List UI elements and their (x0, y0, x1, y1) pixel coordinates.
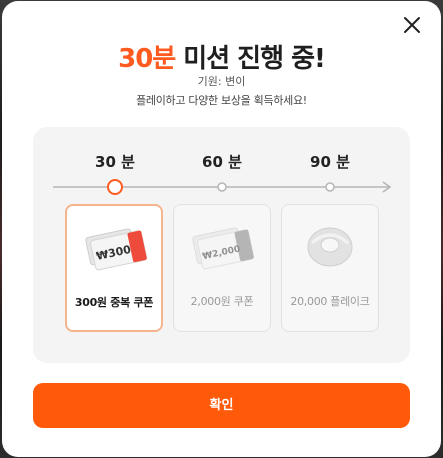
title-duration: 30분 (118, 44, 176, 74)
reward-label: 300원 중복 쿠폰 (74, 296, 154, 309)
modal-title: 30분 미션 진행 중! (2, 38, 441, 75)
step-label-60: 60 분 (202, 153, 242, 171)
progress-timeline (53, 179, 392, 195)
close-icon (404, 17, 420, 33)
step-label-90: 90 분 (310, 153, 350, 171)
step-marker-60 (217, 182, 227, 192)
modal-subtitle: 플레이하고 다양한 보상을 획득하세요! (136, 94, 307, 107)
reward-card-flake[interactable]: 20,000 플레이크 (281, 204, 379, 332)
sponsor-line: 기원: 변이 (197, 75, 246, 88)
coupon-icon: ₩2,000 (187, 221, 257, 273)
flake-icon (295, 221, 365, 273)
mission-modal: 30분 미션 진행 중! 기원: 변이 플레이하고 다양한 보상을 획득하세요!… (2, 1, 441, 457)
confirm-button[interactable]: 확인 (33, 383, 410, 428)
step-marker-current (107, 179, 123, 195)
reward-card-300-coupon[interactable]: ₩300 300원 중복 쿠폰 (65, 204, 163, 332)
mission-panel: 30 분 60 분 90 분 ₩300 300원 중복 쿠폰 ₩2,000 2,… (33, 127, 410, 363)
step-label-30: 30 분 (95, 153, 135, 171)
step-marker-90 (325, 182, 335, 192)
reward-label: 20,000 플레이크 (290, 295, 370, 308)
title-text: 미션 진행 중! (175, 44, 326, 74)
coupon-icon: ₩300 (80, 222, 150, 274)
reward-card-2000-coupon[interactable]: ₩2,000 2,000원 쿠폰 (173, 204, 271, 332)
close-button[interactable] (400, 13, 424, 37)
reward-label: 2,000원 쿠폰 (190, 295, 254, 308)
